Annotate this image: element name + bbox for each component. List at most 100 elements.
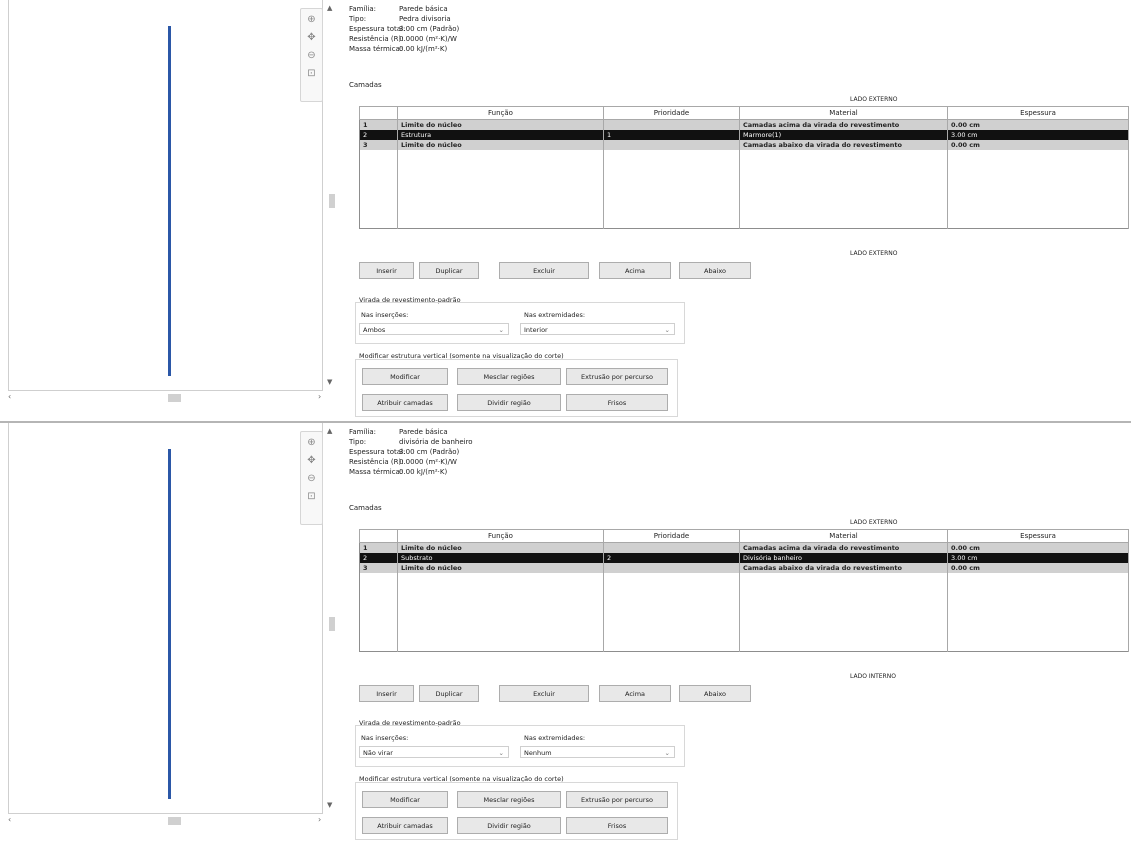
chevron-down-icon[interactable]: ⌄ [499,324,504,336]
acima-button[interactable]: Acima [599,262,671,279]
frisos-button[interactable]: Frisos [566,817,668,834]
dividir-regiao-button[interactable]: Dividir região [457,394,561,411]
horizontal-scrollbar[interactable]: ‹ › [8,815,326,827]
chevron-down-icon[interactable]: ⌄ [665,747,670,759]
espessura-cell[interactable]: 3.00 cm [947,553,1129,563]
table-row[interactable]: 3 Limite do núcleo Camadas abaixo da vir… [359,140,1129,150]
funcao-cell[interactable]: Estrutura [397,130,604,140]
scroll-thumb[interactable] [329,617,335,631]
scroll-up-icon[interactable]: ▲ [327,4,332,12]
scroll-thumb[interactable] [329,194,335,208]
column-header-prioridade: Prioridade [603,106,740,120]
funcao-cell[interactable]: Limite do núcleo [397,563,604,573]
zoom-out-icon[interactable]: ⊖ [305,472,319,486]
material-cell[interactable]: Camadas abaixo da virada do revestimento [739,563,948,573]
table-row[interactable]: 1 Limite do núcleo Camadas acima da vira… [359,119,1129,130]
prioridade-cell [603,140,740,150]
espessura-cell[interactable]: 0.00 cm [947,542,1129,553]
insercoes-label: Nas inserções: [361,311,409,319]
column-header-number [359,529,398,543]
material-cell[interactable]: Camadas abaixo da virada do revestimento [739,140,948,150]
espessura-cell[interactable]: 0.00 cm [947,140,1129,150]
preview-viewport[interactable] [8,423,323,814]
table-empty-area [359,150,1129,229]
excluir-button[interactable]: Excluir [499,685,589,702]
tipo-value: Pedra divisoria [399,15,451,23]
vertical-scrollbar[interactable]: ▲ ▼ [325,427,339,813]
zoom-region-icon[interactable]: ⊡ [305,490,319,504]
modificar-button[interactable]: Modificar [362,368,448,385]
table-row[interactable]: 2 Estrutura 1 Marmore(1) 3.00 cm [359,130,1129,140]
modificar-button[interactable]: Modificar [362,791,448,808]
zoom-in-icon[interactable]: ⊕ [305,13,319,27]
extremidades-select[interactable]: Nenhum ⌄ [520,746,675,758]
resistencia-value: 0.0000 (m²·K)/W [399,35,457,43]
duplicar-button[interactable]: Duplicar [419,685,479,702]
scroll-up-icon[interactable]: ▲ [327,427,332,435]
tipo-label: Tipo: [349,438,367,446]
zoom-in-icon[interactable]: ⊕ [305,436,319,450]
material-cell[interactable]: Camadas acima da virada do revestimento [739,542,948,553]
funcao-cell[interactable]: Substrato [397,553,604,563]
funcao-cell[interactable]: Limite do núcleo [397,140,604,150]
scroll-right-icon[interactable]: › [318,392,321,401]
funcao-cell[interactable]: Limite do núcleo [397,119,604,130]
espessura-value: 3.00 cm (Padrão) [399,448,460,456]
material-cell[interactable]: Marmore(1) [739,130,948,140]
extrusao-percurso-button[interactable]: Extrusão por percurso [566,368,668,385]
espessura-cell[interactable]: 0.00 cm [947,119,1129,130]
view-tools: ⊕ ✥ ⊖ ⊡ [300,8,323,102]
column-header-material: Material [739,106,948,120]
chevron-down-icon[interactable]: ⌄ [499,747,504,759]
insercoes-select[interactable]: Não virar ⌄ [359,746,509,758]
column-header-funcao: Função [397,106,604,120]
material-cell[interactable]: Camadas acima da virada do revestimento [739,119,948,130]
table-row[interactable]: 1 Limite do núcleo Camadas acima da vira… [359,542,1129,553]
mesclar-regioes-button[interactable]: Mesclar regiões [457,368,561,385]
vertical-scrollbar[interactable]: ▲ ▼ [325,4,339,390]
exterior-side-label: LADO EXTERNO [850,519,898,526]
scroll-right-icon[interactable]: › [318,815,321,824]
pan-icon[interactable]: ✥ [305,31,319,45]
zoom-region-icon[interactable]: ⊡ [305,67,319,81]
espessura-value: 3.00 cm (Padrão) [399,25,460,33]
extremidades-value: Interior [524,326,548,334]
acima-button[interactable]: Acima [599,685,671,702]
scroll-left-icon[interactable]: ‹ [8,392,11,401]
wall-section-line [168,449,171,799]
duplicar-button[interactable]: Duplicar [419,262,479,279]
row-number: 3 [359,563,398,573]
layers-table: Função Prioridade Material Espessura 1 L… [359,529,1129,652]
preview-viewport[interactable] [8,0,323,391]
dividir-regiao-button[interactable]: Dividir região [457,817,561,834]
material-cell[interactable]: Divisória banheiro [739,553,948,563]
chevron-down-icon[interactable]: ⌄ [665,324,670,336]
frisos-button[interactable]: Frisos [566,394,668,411]
insercoes-select[interactable]: Ambos ⌄ [359,323,509,335]
espessura-cell[interactable]: 3.00 cm [947,130,1129,140]
atribuir-camadas-button[interactable]: Atribuir camadas [362,394,448,411]
funcao-cell[interactable]: Limite do núcleo [397,542,604,553]
mesclar-regioes-button[interactable]: Mesclar regiões [457,791,561,808]
scroll-down-icon[interactable]: ▼ [327,378,332,386]
scroll-thumb[interactable] [168,817,181,825]
abaixo-button[interactable]: Abaixo [679,262,751,279]
inserir-button[interactable]: Inserir [359,685,414,702]
scroll-thumb[interactable] [168,394,181,402]
espessura-label: Espessura total: [349,25,406,33]
abaixo-button[interactable]: Abaixo [679,685,751,702]
excluir-button[interactable]: Excluir [499,262,589,279]
familia-label: Família: [349,428,376,436]
extremidades-select[interactable]: Interior ⌄ [520,323,675,335]
scroll-down-icon[interactable]: ▼ [327,801,332,809]
extrusao-percurso-button[interactable]: Extrusão por percurso [566,791,668,808]
table-row[interactable]: 2 Substrato 2 Divisória banheiro 3.00 cm [359,553,1129,563]
table-row[interactable]: 3 Limite do núcleo Camadas abaixo da vir… [359,563,1129,573]
zoom-out-icon[interactable]: ⊖ [305,49,319,63]
scroll-left-icon[interactable]: ‹ [8,815,11,824]
atribuir-camadas-button[interactable]: Atribuir camadas [362,817,448,834]
pan-icon[interactable]: ✥ [305,454,319,468]
espessura-cell[interactable]: 0.00 cm [947,563,1129,573]
horizontal-scrollbar[interactable]: ‹ › [8,392,326,404]
inserir-button[interactable]: Inserir [359,262,414,279]
